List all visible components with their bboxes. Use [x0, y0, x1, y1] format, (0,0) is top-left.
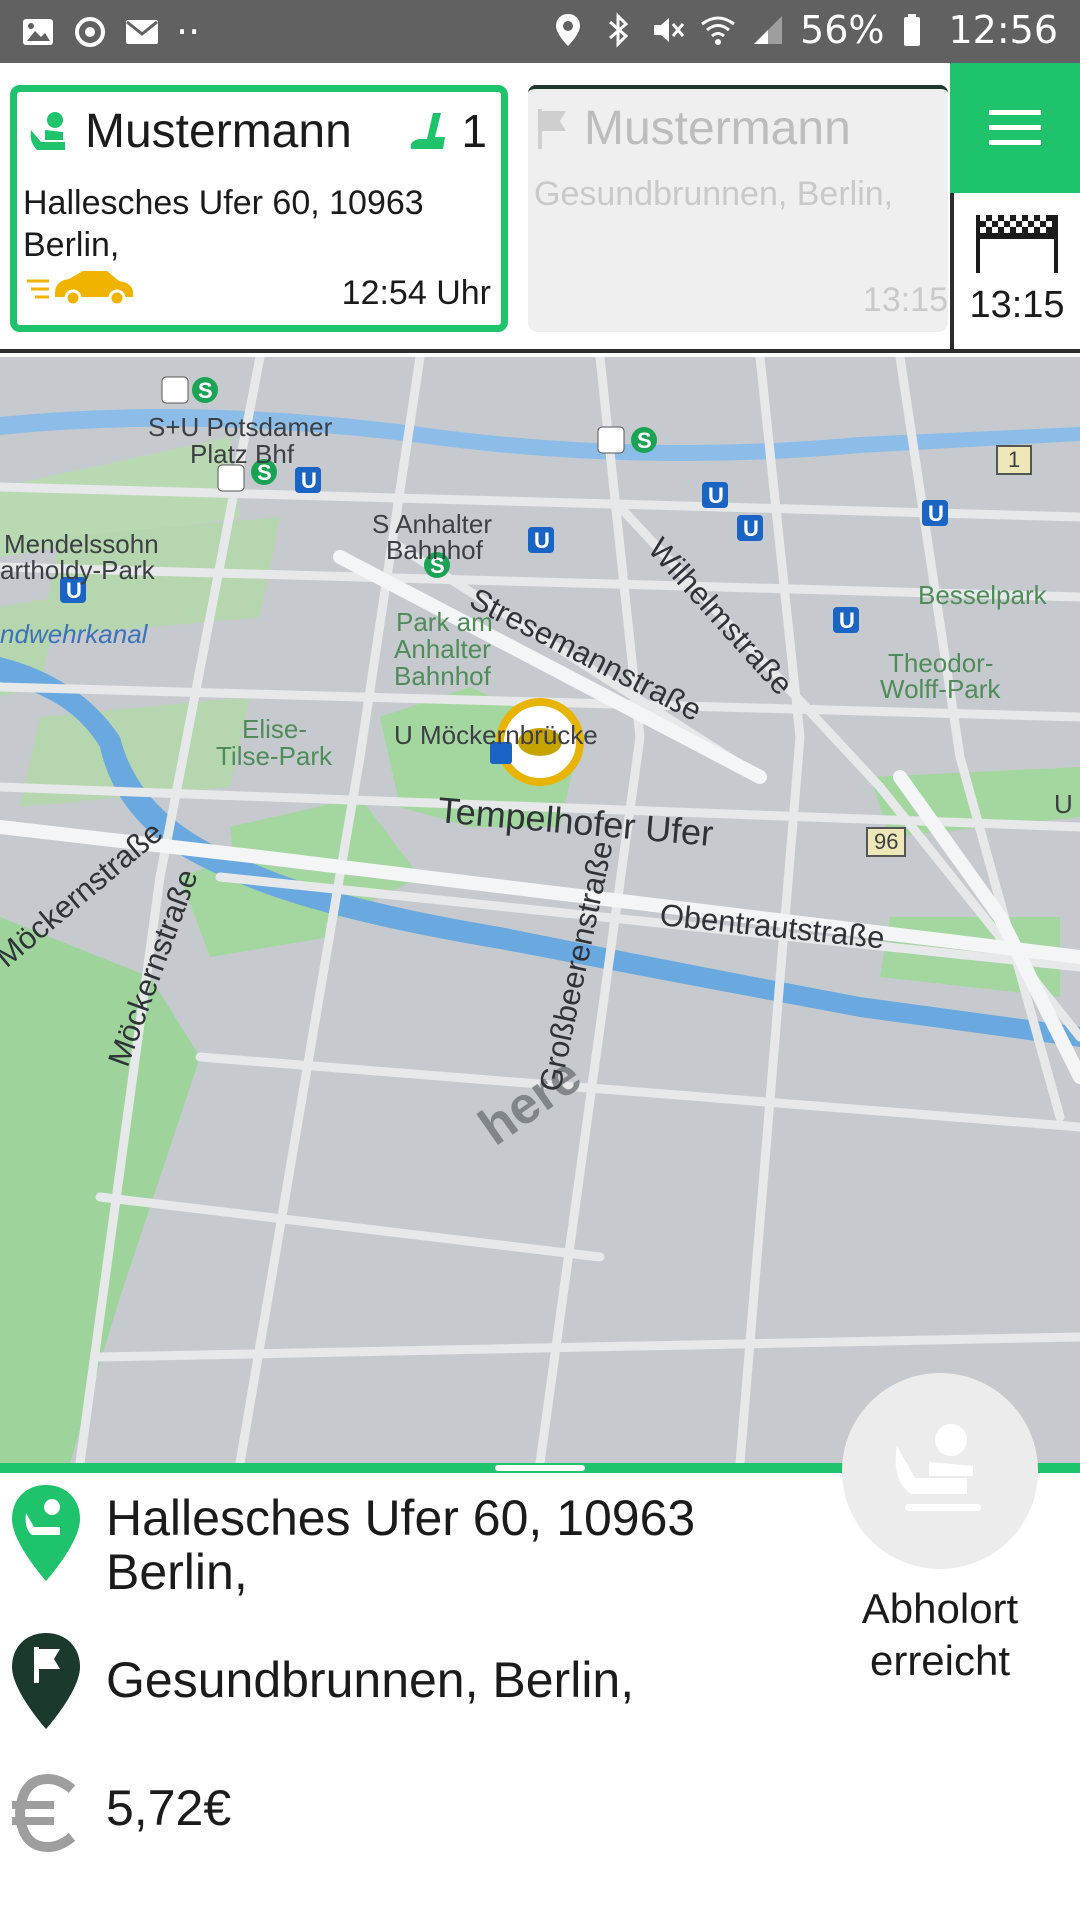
finish-eta: 13:15	[950, 193, 1080, 349]
destination-detail: Gesundbrunnen, Berlin,	[106, 1652, 635, 1708]
next-destination: Gesundbrunnen, Berlin,	[534, 175, 894, 213]
pickup-reached-label: Abholort erreicht	[861, 1585, 1019, 1684]
status-bar: ·· 56% 12:56	[0, 0, 1080, 63]
pickup-address-detail: Hallesches Ufer 60, 10963 Berlin,	[106, 1490, 696, 1600]
svg-text:S: S	[198, 378, 213, 403]
map-label-theodor-2: Wolff-Park	[880, 674, 1001, 704]
svg-text:U: U	[839, 608, 855, 633]
trip-details-panel: Hallesches Ufer 60, 10963 Berlin, Gesund…	[0, 1373, 1080, 1920]
pickup-row: Hallesches Ufer 60, 10963 Berlin,	[10, 1483, 746, 1599]
map-label-besselpark: Besselpark	[918, 580, 1047, 610]
euro-icon	[12, 1773, 76, 1853]
map-label-elise-2: Tilse-Park	[216, 741, 333, 771]
job-header: Mustermann 1 Hallesches Ufer 60, 10963 B…	[0, 63, 1080, 353]
battery-level: 56%	[800, 8, 885, 52]
destination-row: Gesundbrunnen, Berlin,	[10, 1631, 634, 1731]
pickup-pin-icon	[12, 1485, 80, 1581]
price-row: 5,72€	[10, 1773, 231, 1853]
route-shield-1: 1	[996, 445, 1033, 475]
mute-icon	[654, 18, 685, 42]
pickup-address: Hallesches Ufer 60, 10963 Berlin,	[23, 184, 424, 264]
passenger-pickup-icon	[30, 111, 66, 150]
destination-pin-icon	[12, 1633, 80, 1729]
next-job-card[interactable]: Mustermann Gesundbrunnen, Berlin, 13:15	[528, 85, 948, 332]
svg-text:S: S	[637, 428, 652, 453]
pickup-time: 12:54 Uhr	[341, 274, 491, 312]
svg-text:U: U	[743, 516, 759, 541]
sync-icon	[75, 17, 105, 47]
signal-icon	[754, 16, 783, 44]
seat-count: 1	[461, 105, 487, 157]
car-icon	[27, 271, 133, 307]
map-label-landwehrkanal: ndwehrkanal	[0, 619, 148, 649]
clock: 12:56	[948, 8, 1058, 52]
passenger-name: Mustermann	[85, 105, 352, 158]
menu-button[interactable]	[950, 63, 1080, 193]
next-passenger-name: Mustermann	[584, 102, 851, 155]
battery-icon	[904, 14, 921, 46]
map-label-moeckernbruecke: U Möckernbrücke	[394, 720, 598, 750]
navigation-map[interactable]: S S S S U U U U U U U here S+U Potsdamer…	[0, 357, 1080, 1463]
location-icon	[556, 14, 581, 46]
map-label-park-3: Bahnhof	[394, 661, 491, 691]
price-value: 5,72€	[106, 1780, 232, 1836]
flag-icon	[538, 108, 566, 149]
map-label-platz: Platz Bhf	[190, 439, 295, 469]
svg-text:U: U	[301, 468, 317, 493]
passenger-seat-icon	[895, 1424, 981, 1511]
finish-flag-icon	[976, 215, 1058, 273]
wifi-icon	[701, 16, 735, 45]
map-label-mendelssohn-2: artholdy-Park	[0, 555, 155, 585]
hamburger-icon	[989, 110, 1041, 145]
svg-text:U: U	[708, 483, 724, 508]
more-dots-icon: ··	[176, 10, 201, 54]
svg-text:U: U	[928, 501, 944, 526]
route-shield-96: 96	[866, 827, 907, 857]
seat-icon	[411, 113, 446, 149]
next-time: 13:15	[862, 281, 948, 319]
panel-drag-handle[interactable]	[495, 1465, 585, 1471]
finish-eta-time: 13:15	[969, 284, 1065, 326]
bluetooth-icon	[609, 12, 629, 48]
map-label-anhalter-2: Bahnhof	[386, 535, 483, 565]
gallery-icon	[23, 19, 53, 45]
svg-text:U: U	[534, 528, 550, 553]
mail-icon	[126, 20, 158, 44]
current-job-card[interactable]: Mustermann 1 Hallesches Ufer 60, 10963 B…	[10, 85, 508, 332]
map-label-u-edge: U	[1054, 789, 1073, 819]
pickup-reached-button[interactable]	[842, 1373, 1038, 1569]
